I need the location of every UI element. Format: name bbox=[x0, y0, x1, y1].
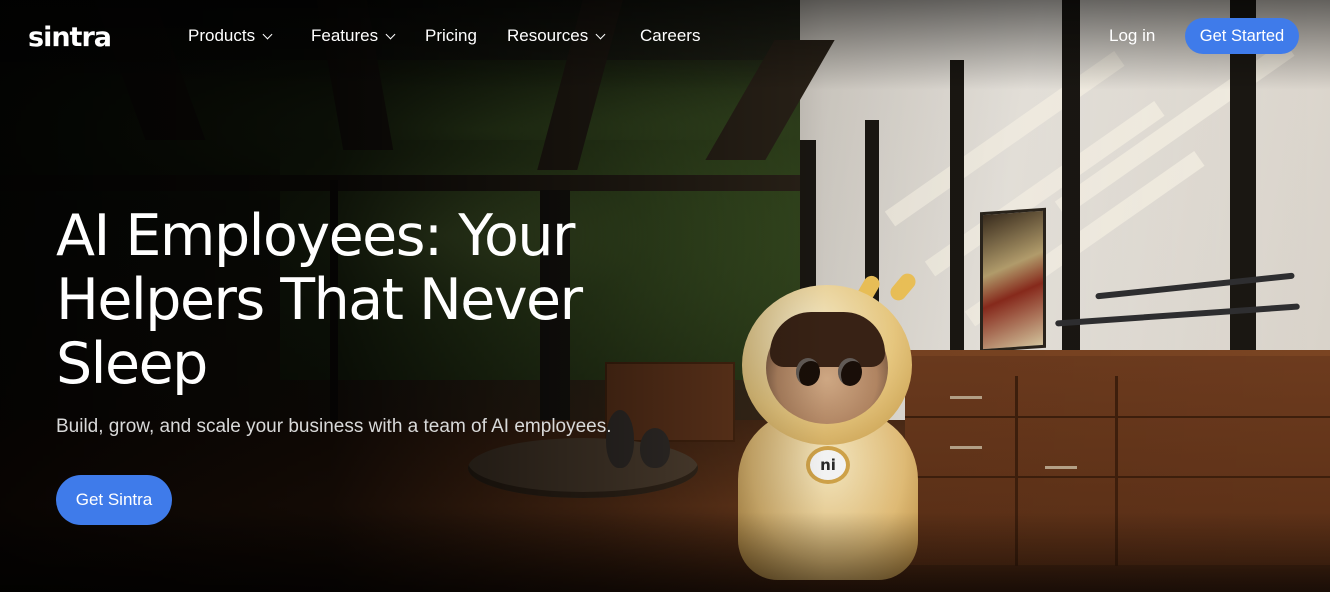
hero-title: AI Employees: Your Helpers That Never Sl… bbox=[56, 204, 616, 396]
nav-item-label: Resources bbox=[507, 26, 589, 45]
nav-item-features[interactable]: Features bbox=[311, 26, 425, 46]
chevron-down-icon bbox=[385, 29, 396, 39]
sintra-logo[interactable]: sintra bbox=[28, 22, 112, 53]
top-navigation: sintra Products Features Pricing Resourc… bbox=[0, 0, 1330, 74]
login-link[interactable]: Log in bbox=[1109, 26, 1155, 46]
nav-item-pricing[interactable]: Pricing bbox=[425, 26, 507, 46]
nav-links: Products Features Pricing Resources Care… bbox=[188, 26, 700, 46]
chevron-down-icon bbox=[595, 29, 606, 39]
nav-item-careers[interactable]: Careers bbox=[640, 26, 700, 46]
nav-item-label: Products bbox=[188, 26, 256, 45]
chevron-down-icon bbox=[262, 29, 273, 39]
bottom-overlay bbox=[0, 512, 1330, 592]
get-sintra-button[interactable]: Get Sintra bbox=[56, 475, 172, 525]
nav-item-products[interactable]: Products bbox=[188, 26, 311, 46]
nav-item-label: Pricing bbox=[425, 26, 477, 45]
hero-title-line: AI Employees: Your bbox=[56, 203, 575, 269]
nav-item-resources[interactable]: Resources bbox=[507, 26, 640, 46]
get-started-button[interactable]: Get Started bbox=[1185, 18, 1299, 54]
nav-item-label: Careers bbox=[640, 26, 701, 45]
hero-subtitle: Build, grow, and scale your business wit… bbox=[56, 416, 612, 437]
nav-item-label: Features bbox=[311, 26, 379, 45]
hero-title-line: Sleep bbox=[56, 331, 208, 397]
hero-title-line: Helpers That Never bbox=[56, 267, 583, 333]
